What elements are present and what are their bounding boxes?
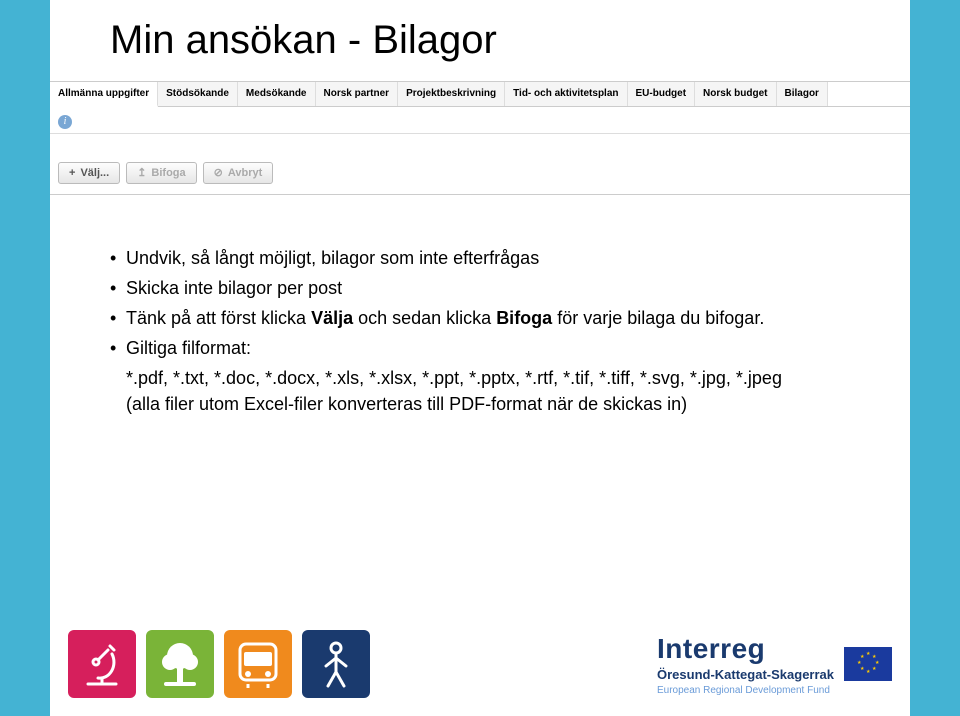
- info-bar: i: [50, 107, 910, 134]
- tree-icon: [146, 630, 214, 698]
- plus-icon: +: [69, 168, 75, 179]
- page-title: Min ansökan - Bilagor: [50, 0, 910, 63]
- person-icon: [302, 630, 370, 698]
- brand-tagline: European Regional Development Fund: [657, 685, 834, 696]
- slide: Min ansökan - Bilagor Allmänna uppgifter…: [50, 0, 910, 716]
- bus-icon: [224, 630, 292, 698]
- brand-text: Interreg Öresund-Kattegat-Skagerrak Euro…: [657, 633, 834, 696]
- select-button[interactable]: + Välj...: [58, 162, 120, 184]
- microscope-icon: [68, 630, 136, 698]
- tab-allmanna-uppgifter[interactable]: Allmänna uppgifter: [50, 82, 158, 107]
- bullet-1: Undvik, så långt möjligt, bilagor som in…: [110, 245, 850, 271]
- badge-person: [302, 630, 370, 698]
- brand-title: Interreg: [657, 633, 834, 665]
- tab-bar: Allmänna uppgifter Stödsökande Medsökand…: [50, 82, 910, 107]
- tab-eu-budget[interactable]: EU-budget: [628, 82, 696, 106]
- badge-row: [68, 630, 370, 698]
- tab-medsokande[interactable]: Medsökande: [238, 82, 316, 106]
- brand-block: Interreg Öresund-Kattegat-Skagerrak Euro…: [657, 633, 892, 696]
- attach-button-label: Bifoga: [151, 167, 185, 179]
- tab-norsk-budget[interactable]: Norsk budget: [695, 82, 776, 106]
- bullet-2: Skicka inte bilagor per post: [110, 275, 850, 301]
- tab-projektbeskrivning[interactable]: Projektbeskrivning: [398, 82, 505, 106]
- body-text: Undvik, så långt möjligt, bilagor som in…: [50, 195, 910, 418]
- file-formats: *.pdf, *.txt, *.doc, *.docx, *.xls, *.xl…: [110, 365, 850, 391]
- brand-subtitle: Öresund-Kattegat-Skagerrak: [657, 667, 834, 682]
- cancel-button-label: Avbryt: [228, 167, 262, 179]
- tab-tid-aktivitetsplan[interactable]: Tid- och aktivitetsplan: [505, 82, 627, 106]
- file-formats-note: (alla filer utom Excel-filer konverteras…: [110, 391, 850, 417]
- tab-bilagor[interactable]: Bilagor: [777, 82, 828, 106]
- badge-microscope: [68, 630, 136, 698]
- cancel-icon: ⊘: [214, 168, 223, 179]
- tab-stodsokande[interactable]: Stödsökande: [158, 82, 238, 106]
- toolbar: + Välj... ↥ Bifoga ⊘ Avbryt: [50, 134, 910, 194]
- cancel-button[interactable]: ⊘ Avbryt: [203, 162, 274, 184]
- bullet-4: Giltiga filformat:: [110, 335, 850, 361]
- info-icon[interactable]: i: [58, 115, 72, 129]
- upload-icon: ↥: [137, 168, 146, 179]
- badge-bus: [224, 630, 292, 698]
- tab-norsk-partner[interactable]: Norsk partner: [316, 82, 399, 106]
- badge-tree: [146, 630, 214, 698]
- select-button-label: Välj...: [80, 167, 109, 179]
- footer: Interreg Öresund-Kattegat-Skagerrak Euro…: [68, 630, 892, 698]
- bullet-3: Tänk på att först klicka Välja och sedan…: [110, 305, 850, 331]
- eu-flag-icon: ★ ★ ★ ★ ★ ★ ★ ★: [844, 647, 892, 681]
- attach-button[interactable]: ↥ Bifoga: [126, 162, 196, 184]
- app-screenshot: Allmänna uppgifter Stödsökande Medsökand…: [50, 81, 910, 195]
